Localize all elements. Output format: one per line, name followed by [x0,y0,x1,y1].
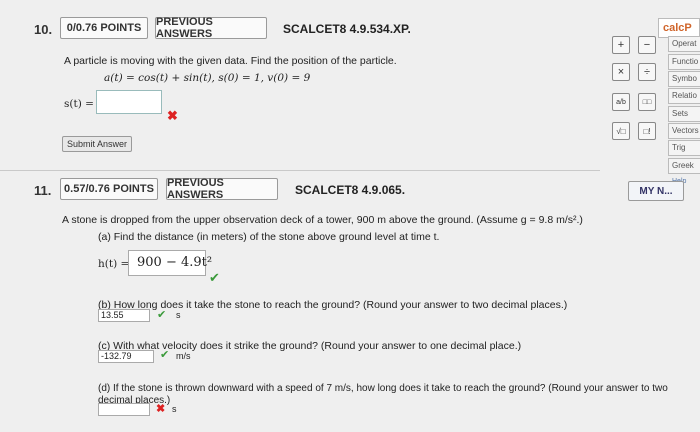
calcpad-title[interactable]: calcP [658,18,700,38]
question-number: 11. [34,183,52,198]
question-prompt: A particle is moving with the given data… [64,55,397,67]
previous-answers-button[interactable]: PREVIOUS ANSWERS [155,16,267,40]
tab-sets[interactable]: Sets [668,106,700,122]
question-id: SCALCET8 4.9.534.XP. [283,22,411,36]
fraction-button[interactable]: a/b [612,93,630,111]
question-divider [0,170,600,171]
part-b-answer-input[interactable]: 13.55 [98,309,150,322]
tab-symbols[interactable]: Symbo [668,71,700,87]
my-notes-button[interactable]: MY N... [628,181,684,201]
question-id: SCALCET8 4.9.065. [295,183,406,197]
part-d-unit: s [172,404,177,414]
tab-functions[interactable]: Functio [668,54,700,70]
minus-button[interactable]: − [638,36,656,54]
answer-label: s(t) = [64,98,94,110]
part-a-label: h(t) = [98,258,130,270]
plus-button[interactable]: + [612,36,630,54]
submit-answer-button[interactable]: Submit Answer [62,136,132,152]
superscript-button[interactable]: □□ [638,93,656,111]
part-d-text: (d) If the stone is thrown downward with… [98,383,668,394]
previous-answers-button[interactable]: PREVIOUS ANSWERS [166,177,278,201]
points-button[interactable]: 0.57/0.76 POINTS [60,178,158,200]
given-data: a(t) = cos(t) + sin(t), s(0) = 1, v(0) =… [104,72,311,84]
correct-icon: ✔ [160,349,170,361]
position-answer-input[interactable] [96,90,162,114]
part-b-unit: s [176,310,181,320]
question-number: 10. [34,22,53,37]
question-prompt: A stone is dropped from the upper observ… [62,214,583,226]
tab-vectors[interactable]: Vectors [668,123,700,139]
divide-button[interactable]: ÷ [638,63,656,81]
points-button[interactable]: 0/0.76 POINTS [60,17,148,39]
part-c-answer-input[interactable]: -132.79 [98,350,154,363]
tab-greek[interactable]: Greek [668,158,700,174]
tab-relations[interactable]: Relatio [668,88,700,104]
part-a-answer-input[interactable]: 900 − 4.9t² [128,250,212,276]
tab-operations[interactable]: Operat [668,36,700,52]
incorrect-icon: ✖ [167,108,178,123]
correct-icon: ✔ [157,309,167,321]
part-d-answer-input[interactable] [98,403,150,416]
incorrect-icon: ✖ [156,403,166,415]
part-b-text: (b) How long does it take the stone to r… [98,299,568,311]
times-button[interactable]: × [612,63,630,81]
part-c-unit: m/s [176,351,191,361]
correct-icon: ✔ [209,270,220,285]
part-a-text: (a) Find the distance (in meters) of the… [98,231,440,243]
tab-trig[interactable]: Trig [668,140,700,156]
sqrt-button[interactable]: √□ [612,122,630,140]
factorial-button[interactable]: □! [638,122,656,140]
